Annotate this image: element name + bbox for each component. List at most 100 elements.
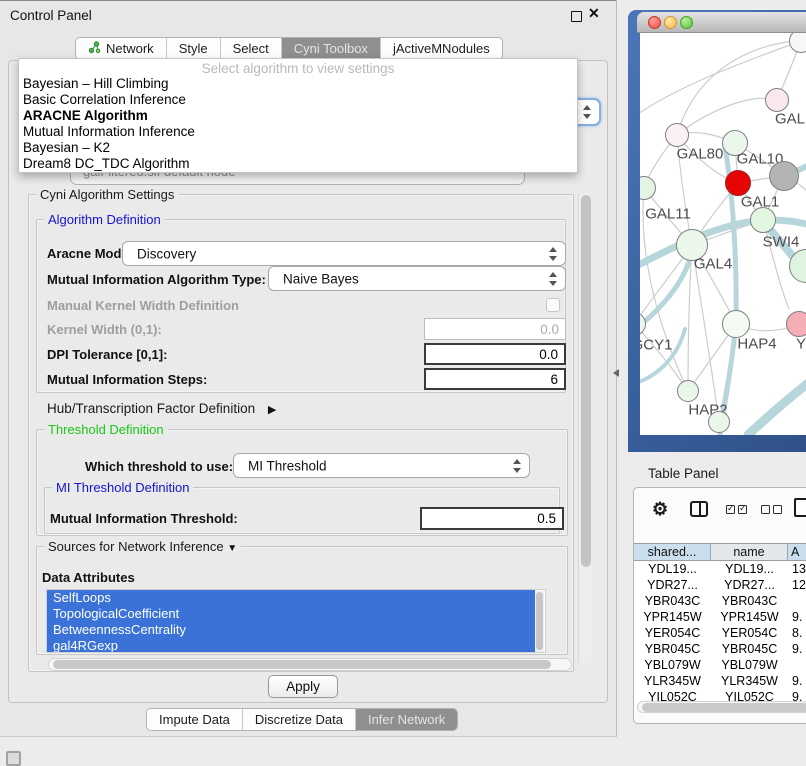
combo-stepper-icon xyxy=(549,247,558,261)
mi-algorithm-type-combo[interactable]: Naive Bayes xyxy=(268,266,566,291)
close-traffic-light[interactable] xyxy=(648,16,661,29)
table-panel: ⚙ shared...nameA YDL19...YDL19...13YDR27… xyxy=(633,487,806,724)
tab-style[interactable]: Style xyxy=(166,38,220,59)
dpi-tolerance-label: DPI Tolerance [0,1]: xyxy=(47,347,167,362)
network-node-hap4[interactable] xyxy=(722,310,750,338)
tab-network[interactable]: Network xyxy=(76,38,166,59)
table-row[interactable]: YDL19...YDL19...13 xyxy=(634,561,806,577)
table-cell: YPR145W xyxy=(634,609,711,625)
tab-jactivemnodules[interactable]: jActiveMNodules xyxy=(380,38,502,59)
node-label-gcy1: GCY1 xyxy=(640,337,672,354)
attribute-item-topologicalcoefficient[interactable]: TopologicalCoefficient xyxy=(47,606,535,622)
table-row[interactable]: YDR27...YDR27...12 xyxy=(634,577,806,593)
data-attributes-list[interactable]: SelfLoopsTopologicalCoefficientBetweenne… xyxy=(46,589,546,653)
table-row[interactable]: YPR145WYPR145W9. xyxy=(634,609,806,625)
settings-vertical-scrollbar[interactable] xyxy=(578,193,593,663)
group-title: Threshold Definition xyxy=(44,422,168,437)
combo-stepper-icon xyxy=(513,459,522,473)
deselect-all-icon[interactable] xyxy=(761,505,782,514)
network-node-gal80[interactable] xyxy=(665,123,689,147)
apply-button[interactable]: Apply xyxy=(268,675,338,698)
close-icon[interactable]: ✕ xyxy=(588,5,600,22)
tab-discretize-data[interactable]: Discretize Data xyxy=(242,709,355,730)
table-toolbar: ⚙ xyxy=(634,488,806,536)
attribute-item-selfloops[interactable]: SelfLoops xyxy=(47,590,535,606)
tab-impute-data[interactable]: Impute Data xyxy=(147,709,242,730)
select-all-icon[interactable] xyxy=(726,505,747,514)
table-row[interactable]: YBR045CYBR045C9. xyxy=(634,641,806,657)
attribute-item-gal4rgexp[interactable]: gal4RGexp xyxy=(47,638,535,653)
network-window-titlebar[interactable] xyxy=(637,12,806,33)
tab-label: Impute Data xyxy=(159,712,230,727)
node-label-gal4: GAL4 xyxy=(694,256,732,273)
network-node-node-pink[interactable] xyxy=(786,311,806,337)
table-row[interactable]: YLR345WYLR345W9. xyxy=(634,673,806,689)
table-cell: YPR145W xyxy=(711,609,788,625)
column-header-name[interactable]: name xyxy=(711,543,788,561)
table-panel-title: Table Panel xyxy=(648,466,719,481)
network-node-gal-cut[interactable] xyxy=(765,88,789,112)
table-header-row: shared...nameA xyxy=(634,543,806,561)
algorithm-option-mutual-information-inference[interactable]: Mutual Information Inference xyxy=(19,124,577,140)
algorithm-option-dream8-dc-tdc-algorithm[interactable]: Dream8 DC_TDC Algorithm xyxy=(19,156,577,172)
table-cell: 13 xyxy=(788,561,806,577)
table-row[interactable]: YER054CYER054C8. xyxy=(634,625,806,641)
column-header-a[interactable]: A xyxy=(788,543,806,561)
node-label-gal1: GAL1 xyxy=(741,194,779,211)
combo-value: Naive Bayes xyxy=(283,271,359,286)
mi-threshold-label: Mutual Information Threshold: xyxy=(50,511,238,526)
algorithm-option-bayesian-hill-climbing[interactable]: Bayesian – Hill Climbing xyxy=(19,76,577,92)
table-row[interactable]: YBR043CYBR043C xyxy=(634,593,806,609)
collapse-down-icon[interactable]: ▼ xyxy=(227,543,237,554)
expand-right-icon[interactable]: ▶ xyxy=(268,404,276,416)
which-threshold-combo[interactable]: MI Threshold xyxy=(233,453,530,478)
algorithm-option-aracne-algorithm[interactable]: ARACNE Algorithm xyxy=(19,108,577,124)
column-layout-icon[interactable] xyxy=(690,501,708,517)
hub-definition-toggle[interactable]: Hub/Transcription Factor Definition ▶ xyxy=(47,401,276,416)
minimize-traffic-light[interactable] xyxy=(664,16,677,29)
network-edge xyxy=(677,98,777,135)
tab-label: Style xyxy=(179,41,208,56)
network-node-node-bottom-cut[interactable] xyxy=(708,411,730,433)
panel-corner-icon[interactable] xyxy=(6,751,21,766)
mi-algorithm-type-label: Mutual Information Algorithm Type: xyxy=(47,272,266,287)
tab-select[interactable]: Select xyxy=(220,38,281,59)
kernel-width-field[interactable] xyxy=(424,318,566,340)
combo-value: MI Threshold xyxy=(248,458,327,473)
manual-kernel-width-checkbox[interactable] xyxy=(546,298,560,312)
tab-label: jActiveMNodules xyxy=(393,41,490,56)
network-canvas[interactable]: GALGAL80GAL10GAL11GAL1SWI4GAL4GCY1HAP4YH… xyxy=(640,33,806,435)
tab-label: Network xyxy=(106,41,154,56)
pane-collapse-arrow-icon[interactable] xyxy=(613,369,619,377)
network-node-node-red[interactable] xyxy=(725,170,751,196)
network-node-gal1[interactable] xyxy=(750,207,776,233)
mi-threshold-field[interactable] xyxy=(420,507,564,530)
algorithm-option-bayesian-k2[interactable]: Bayesian – K2 xyxy=(19,140,577,156)
list-vertical-scrollbar[interactable] xyxy=(535,591,544,653)
zoom-traffic-light[interactable] xyxy=(680,16,693,29)
settings-horizontal-scrollbar[interactable] xyxy=(48,658,572,671)
new-table-icon[interactable] xyxy=(794,498,806,517)
algorithm-option-basic-correlation-inference[interactable]: Basic Correlation Inference xyxy=(19,92,577,108)
dropdown-placeholder: Select algorithm to view settings xyxy=(19,59,577,76)
column-header-shared-[interactable]: shared... xyxy=(634,543,711,561)
table-row[interactable]: YBL079WYBL079W xyxy=(634,657,806,673)
network-node-node-gray[interactable] xyxy=(769,161,799,191)
network-node-hap2[interactable] xyxy=(677,380,699,402)
settings-gear-icon[interactable]: ⚙ xyxy=(652,499,668,520)
control-panel-tabs: Network Style SelectCyni Toolbox jActiveMNo… xyxy=(75,37,503,60)
dpi-tolerance-field[interactable] xyxy=(424,343,566,365)
aracne-mode-combo[interactable]: Discovery xyxy=(122,241,566,266)
table-horizontal-scrollbar[interactable] xyxy=(637,701,806,713)
network-edge xyxy=(748,365,806,435)
float-window-icon[interactable] xyxy=(571,11,582,22)
group-title: Cyni Algorithm Settings xyxy=(36,187,178,202)
table-cell: YBR045C xyxy=(634,641,711,657)
attribute-item-betweennesscentrality[interactable]: BetweennessCentrality xyxy=(47,622,535,638)
sources-toggle[interactable]: Sources for Network Inference ▼ xyxy=(44,539,241,554)
table-cell: 9. xyxy=(788,609,806,625)
mi-steps-field[interactable] xyxy=(424,368,566,390)
tab-cyni-toolbox[interactable]: Cyni Toolbox xyxy=(281,38,380,59)
kernel-width-label: Kernel Width (0,1): xyxy=(47,322,162,337)
tab-infer-network[interactable]: Infer Network xyxy=(355,709,457,730)
